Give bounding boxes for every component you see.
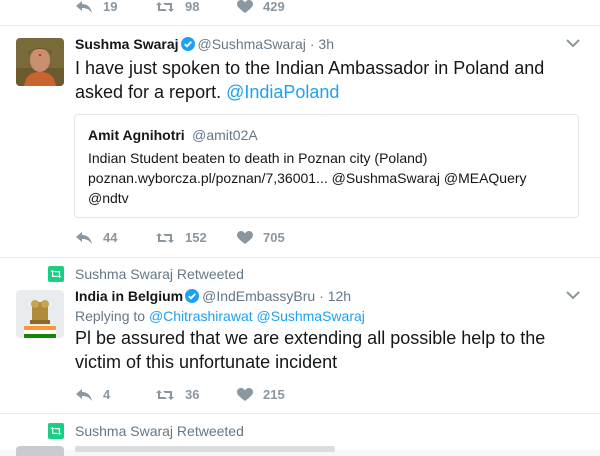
retweet-context-icon (48, 423, 64, 439)
retweet-button[interactable]: 36 (155, 387, 237, 402)
top-tweet-actions: 19 98 429 (75, 0, 285, 14)
heart-icon (237, 387, 253, 401)
heart-icon (237, 230, 253, 244)
reply-icon (76, 388, 92, 401)
retweeted-context: Sushma Swaraj Retweeted (48, 423, 244, 439)
quoted-tweet[interactable]: Amit Agnihotri @amit02A Indian Student b… (74, 114, 579, 218)
author-name[interactable]: Sushma Swaraj (75, 36, 179, 52)
replying-prefix: Replying to (75, 308, 149, 324)
like-button[interactable]: 429 (237, 0, 285, 14)
like-count: 215 (263, 387, 285, 402)
heart-icon (237, 0, 253, 13)
tweet-text: I have just spoken to the Indian Ambassa… (75, 56, 575, 104)
tweet-time[interactable]: · 12h (319, 288, 351, 304)
replying-to-links[interactable]: @Chitrashirawat @SushmaSwaraj (149, 308, 365, 324)
quoted-text-line1: Indian Student beaten to death in Poznan… (88, 150, 428, 166)
retweet-icon (156, 389, 174, 400)
reply-icon (76, 231, 92, 244)
tweet-header-cutoff (75, 446, 335, 452)
chevron-down-icon[interactable] (566, 39, 580, 48)
avatar[interactable] (16, 38, 64, 86)
retweet-count: 36 (185, 387, 200, 402)
like-count: 705 (263, 230, 285, 245)
reply-count: 4 (103, 387, 111, 402)
verified-badge-icon (185, 289, 200, 303)
quoted-text-line2: poznan.wyborcza.pl/poznan/7,36001... @Su… (88, 170, 527, 186)
author-handle[interactable]: @IndEmbassyBru (202, 288, 315, 304)
like-count: 429 (263, 0, 285, 14)
avatar[interactable] (16, 290, 64, 338)
verified-badge-icon (180, 37, 195, 51)
author-name[interactable]: India in Belgium (75, 288, 183, 304)
tweet-text: Pl be assured that we are extending all … (75, 326, 585, 374)
quoted-tweet-text: Indian Student beaten to death in Poznan… (88, 148, 527, 208)
tweet-partial[interactable]: Sushma Swaraj Retweeted (0, 414, 600, 456)
retweet-context-icon (48, 266, 64, 282)
author-handle[interactable]: @SushmaSwaraj (198, 36, 306, 52)
chevron-down-icon[interactable] (566, 291, 580, 300)
tweet-text-line2-text: asked for a report. (75, 82, 227, 102)
tweet-actions: 4 36 215 (75, 387, 285, 402)
avatar[interactable] (16, 446, 64, 456)
tweet-sushma[interactable]: Sushma Swaraj @SushmaSwaraj · 3h I have … (0, 26, 600, 257)
reply-button[interactable]: 44 (75, 230, 155, 245)
like-button[interactable]: 705 (237, 230, 285, 245)
retweeted-by-text[interactable]: Sushma Swaraj Retweeted (75, 423, 244, 439)
quoted-tweet-header: Amit Agnihotri @amit02A (88, 127, 258, 145)
reply-count: 44 (103, 230, 118, 245)
tweet-text-line2: victim of this unfortunate incident (75, 352, 338, 372)
reply-button[interactable]: 19 (75, 0, 155, 14)
tweet-text-line1: Pl be assured that we are extending all … (75, 328, 546, 348)
reply-button[interactable]: 4 (75, 387, 155, 402)
tweet-header: Sushma Swaraj @SushmaSwaraj · 3h (75, 36, 334, 52)
retweeted-context: Sushma Swaraj Retweeted (48, 266, 244, 282)
quoted-author-handle: @amit02A (192, 127, 258, 143)
tweet-time[interactable]: · 3h (310, 36, 334, 52)
retweet-count: 152 (185, 230, 207, 245)
retweeted-by-text[interactable]: Sushma Swaraj Retweeted (75, 266, 244, 282)
retweet-icon (156, 232, 174, 243)
tweet-header: India in Belgium @IndEmbassyBru · 12h (75, 288, 351, 304)
like-button[interactable]: 215 (237, 387, 285, 402)
tweet-text-line1: I have just spoken to the Indian Ambassa… (75, 58, 545, 78)
tweet-text-line2: asked for a report. @IndiaPoland (75, 80, 575, 104)
tweet-india-in-belgium[interactable]: Sushma Swaraj Retweeted India in Belgium… (0, 258, 600, 413)
retweet-count: 98 (185, 0, 200, 14)
reply-icon (76, 0, 92, 13)
retweet-icon (156, 1, 174, 12)
reply-count: 19 (103, 0, 118, 14)
retweet-button[interactable]: 98 (155, 0, 237, 14)
quoted-text-line3: @ndtv (88, 190, 129, 206)
tweet-actions: 44 152 705 (75, 230, 285, 245)
mention-link[interactable]: @IndiaPoland (226, 82, 339, 102)
replying-to: Replying to @Chitrashirawat @SushmaSwara… (75, 308, 365, 324)
quoted-author-name: Amit Agnihotri (88, 127, 185, 143)
retweet-button[interactable]: 152 (155, 230, 237, 245)
